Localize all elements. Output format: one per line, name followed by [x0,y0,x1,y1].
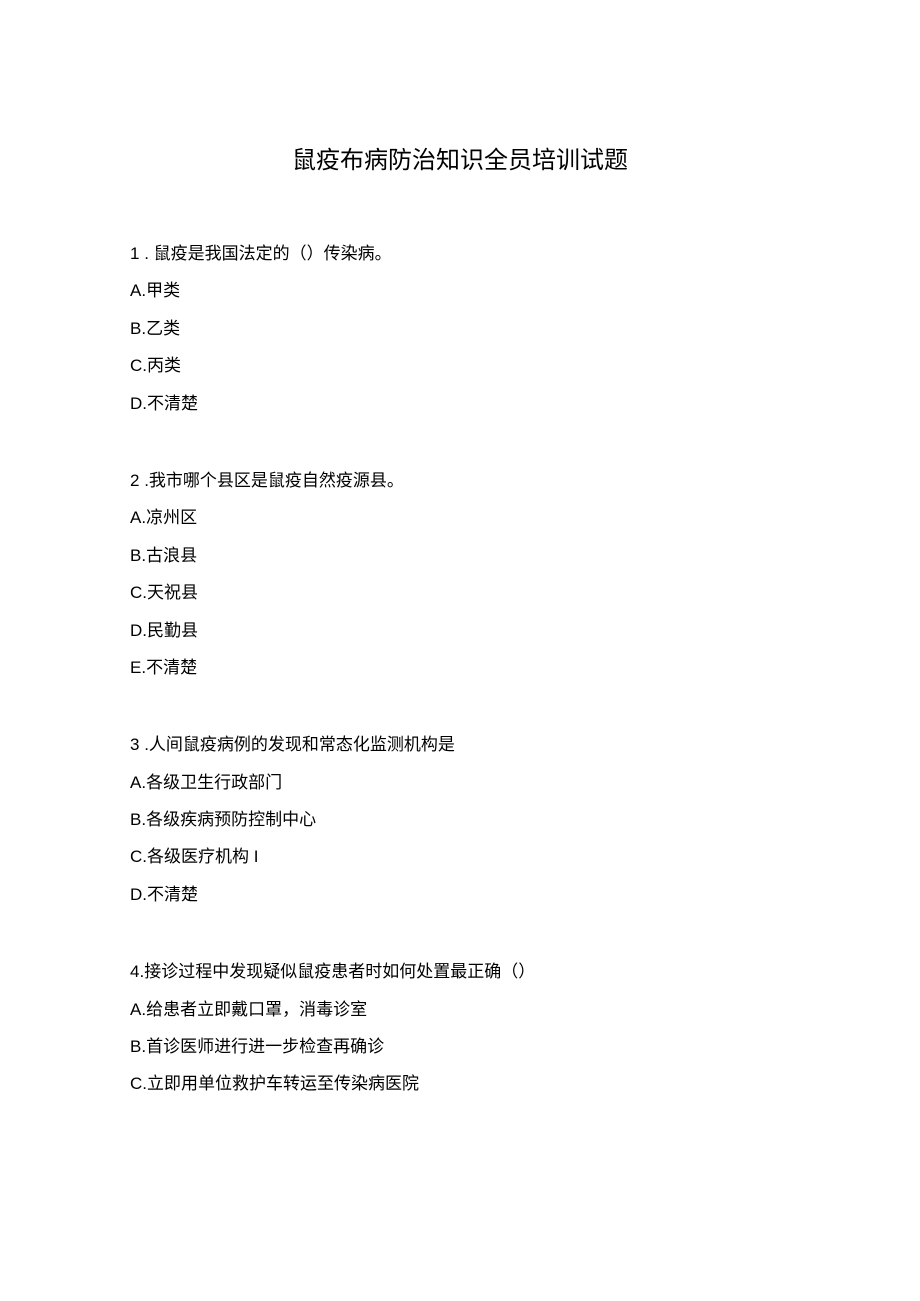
question-2-option-b: B.古浪县 [130,537,790,574]
option-text: .各级医疗机构 I [142,847,258,866]
option-letter: B [130,810,141,829]
question-2-option-d: D.民勤县 [130,612,790,649]
option-letter: A [130,773,141,792]
question-3: 3 .人间鼠疫病例的发现和常态化监测机构是 A.各级卫生行政部门 B.各级疾病预… [130,726,790,913]
question-2: 2 .我市哪个县区是鼠疫自然疫源县。 A.凉州区 B.古浪县 C.天祝县 D.民… [130,462,790,686]
question-stem: .我市哪个县区是鼠疫自然疫源县。 [139,471,403,490]
question-3-text: 3 .人间鼠疫病例的发现和常态化监测机构是 [130,726,790,763]
question-3-option-b: B.各级疾病预防控制中心 [130,801,790,838]
question-1-option-b: B.乙类 [130,310,790,347]
question-stem: . 鼠疫是我国法定的（）传染病。 [139,244,391,263]
option-text: .首诊医师进行进一步检查再确诊 [141,1037,384,1056]
option-text: .立即用单位救护车转运至传染病医院 [142,1074,419,1093]
question-3-option-c: C.各级医疗机构 I [130,838,790,875]
question-1-text: 1 . 鼠疫是我国法定的（）传染病。 [130,235,790,272]
question-4-option-c: C.立即用单位救护车转运至传染病医院 [130,1065,790,1102]
option-text: .各级卫生行政部门 [141,773,282,792]
option-letter: E [130,658,141,677]
option-letter: B [130,319,141,338]
question-4-option-a: A.给患者立即戴口罩，消毒诊室 [130,991,790,1028]
option-letter: A [130,281,141,300]
option-text: .不清楚 [142,394,198,413]
option-letter: B [130,546,141,565]
question-1-option-c: C.丙类 [130,347,790,384]
option-text: .甲类 [141,281,180,300]
option-text: .不清楚 [142,885,198,904]
option-letter: D [130,394,142,413]
question-4-text: 4.接诊过程中发现疑似鼠疫患者时如何处置最正确（） [130,953,790,990]
page-title: 鼠疫布病防治知识全员培训试题 [130,140,790,175]
option-text: .凉州区 [141,508,197,527]
question-1-option-a: A.甲类 [130,272,790,309]
question-4-option-b: B.首诊医师进行进一步检查再确诊 [130,1028,790,1065]
option-letter: B [130,1037,141,1056]
option-letter: C [130,583,142,602]
question-2-option-a: A.凉州区 [130,499,790,536]
option-text: .给患者立即戴口罩，消毒诊室 [141,1000,367,1019]
question-2-text: 2 .我市哪个县区是鼠疫自然疫源县。 [130,462,790,499]
question-1-option-d: D.不清楚 [130,385,790,422]
option-letter: A [130,508,141,527]
option-text: .天祝县 [142,583,198,602]
question-2-option-e: E.不清楚 [130,649,790,686]
option-text: .民勤县 [142,621,198,640]
option-text: .不清楚 [141,658,197,677]
question-1: 1 . 鼠疫是我国法定的（）传染病。 A.甲类 B.乙类 C.丙类 D.不清楚 [130,235,790,422]
option-letter: C [130,847,142,866]
question-stem: .人间鼠疫病例的发现和常态化监测机构是 [139,735,454,754]
question-3-option-a: A.各级卫生行政部门 [130,764,790,801]
option-text: .古浪县 [141,546,197,565]
option-text: .乙类 [141,319,180,338]
question-stem: .接诊过程中发现疑似鼠疫患者时如何处置最正确（） [139,962,535,981]
option-letter: C [130,1074,142,1093]
option-letter: A [130,1000,141,1019]
option-text: .丙类 [142,356,181,375]
question-3-option-d: D.不清楚 [130,876,790,913]
question-4: 4.接诊过程中发现疑似鼠疫患者时如何处置最正确（） A.给患者立即戴口罩，消毒诊… [130,953,790,1103]
question-2-option-c: C.天祝县 [130,574,790,611]
option-text: .各级疾病预防控制中心 [141,810,316,829]
option-letter: D [130,885,142,904]
option-letter: C [130,356,142,375]
option-letter: D [130,621,142,640]
